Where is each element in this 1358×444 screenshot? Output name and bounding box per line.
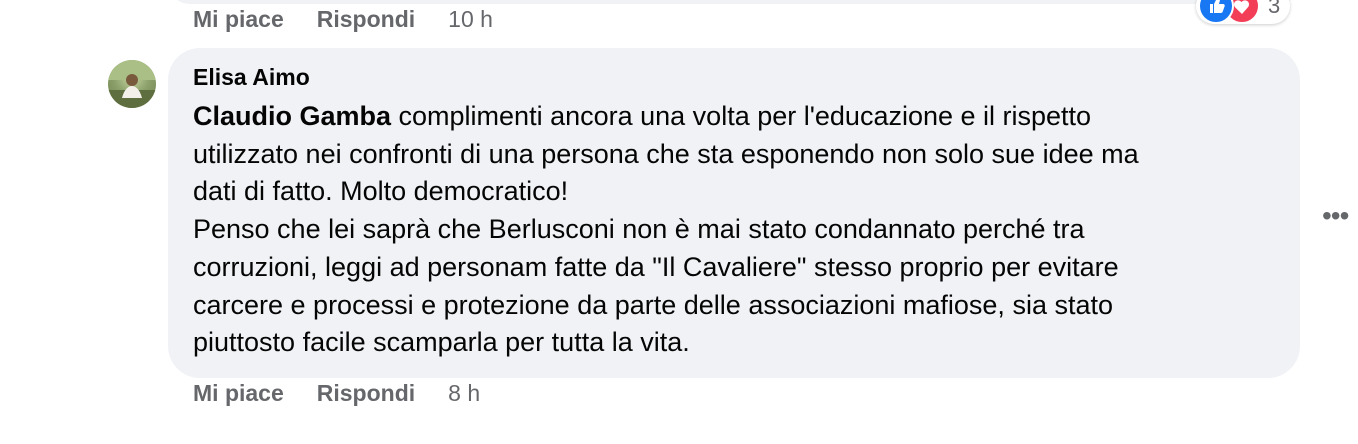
- comment-line: Penso che lei saprà che Berlusconi non è…: [193, 214, 1085, 245]
- reactions-count: 3: [1268, 0, 1281, 18]
- comment-line: corruzioni, leggi ad personam fatte da "…: [193, 251, 1119, 282]
- reactions-summary[interactable]: 3: [1196, 0, 1291, 24]
- comment-line: carcere e processi e protezione da parte…: [193, 289, 1113, 320]
- comment-text: Claudio Gamba complimenti ancora una vol…: [193, 98, 1283, 362]
- comment-line: piuttosto facile scamparla per tutta la …: [193, 327, 690, 358]
- comment-line: Claudio Gamba complimenti ancora una vol…: [193, 101, 1092, 131]
- comment-timestamp[interactable]: 10 h: [448, 6, 493, 33]
- comment-thread: Mi piace Rispondi 10 h 3 Elisa Aimo Clau…: [0, 0, 1358, 444]
- like-button[interactable]: Mi piace: [193, 6, 284, 33]
- comment-author[interactable]: Elisa Aimo: [193, 64, 310, 91]
- like-icon: [1198, 0, 1234, 24]
- comment-line: dati di fatto. Molto democratico!: [193, 176, 569, 207]
- reply-button[interactable]: Rispondi: [317, 380, 415, 407]
- mention-link[interactable]: Claudio Gamba: [193, 101, 391, 131]
- comment-line: utilizzato nei confronti di una persona …: [193, 138, 1139, 169]
- previous-comment-actions: Mi piace Rispondi 10 h: [193, 6, 493, 33]
- comment-timestamp[interactable]: 8 h: [448, 380, 480, 407]
- previous-comment-bubble: [168, 0, 1300, 4]
- like-button[interactable]: Mi piace: [193, 380, 284, 407]
- more-options-icon[interactable]: •••: [1322, 200, 1349, 232]
- avatar[interactable]: [108, 60, 156, 108]
- reply-button[interactable]: Rispondi: [317, 6, 415, 33]
- comment-actions: Mi piace Rispondi 8 h: [193, 380, 480, 407]
